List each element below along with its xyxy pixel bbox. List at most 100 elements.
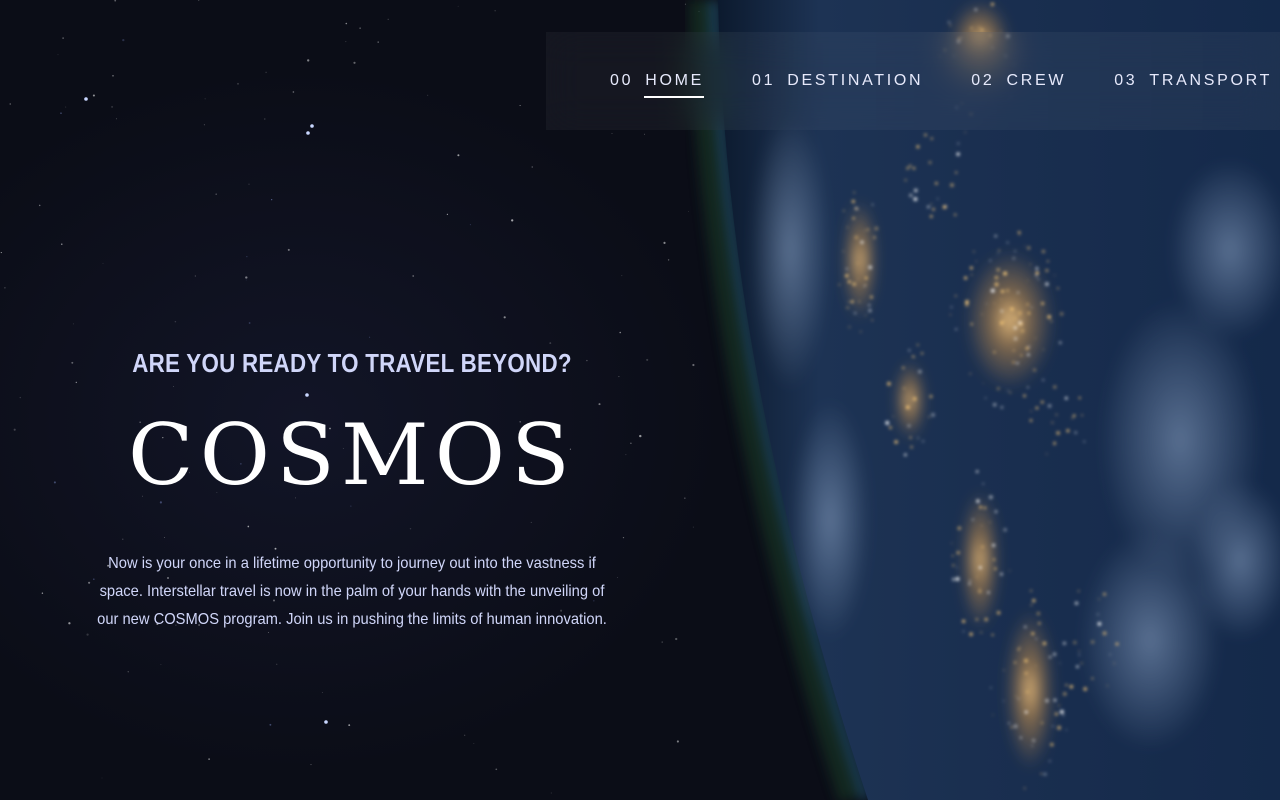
active-indicator <box>644 96 705 98</box>
nav-item-label: HOME <box>645 72 705 89</box>
star <box>112 74 114 77</box>
star <box>310 764 312 766</box>
star <box>531 166 533 168</box>
star <box>446 213 449 216</box>
star <box>265 71 267 74</box>
star <box>237 82 239 85</box>
star <box>684 497 686 499</box>
star <box>292 91 295 93</box>
star <box>208 758 210 760</box>
star <box>675 637 678 641</box>
star <box>469 224 471 226</box>
nav-item-number: 03 <box>1114 72 1138 89</box>
star <box>248 322 251 324</box>
star <box>102 262 104 264</box>
star <box>321 692 323 693</box>
bright-star <box>310 124 314 128</box>
star <box>13 428 16 431</box>
hero-title: COSMOS <box>128 406 576 504</box>
star <box>307 59 310 62</box>
nav-item-number: 01 <box>752 72 776 89</box>
star <box>698 10 700 12</box>
star <box>276 663 278 665</box>
star <box>111 105 114 108</box>
star <box>692 526 694 528</box>
star <box>245 279 247 281</box>
star <box>174 320 177 323</box>
star <box>57 54 59 56</box>
star <box>4 286 6 289</box>
star <box>215 193 217 195</box>
star <box>160 663 162 665</box>
star <box>661 641 663 643</box>
star <box>646 358 649 361</box>
star <box>197 0 200 1</box>
main-navigation: 00 HOME 01 DESTINATION 02 CREW 03 TRANSP… <box>546 32 1280 130</box>
star <box>61 243 63 245</box>
star <box>457 154 460 157</box>
star <box>9 103 11 105</box>
star <box>271 199 273 201</box>
star <box>369 336 371 338</box>
nav-item-crew[interactable]: 02 CREW <box>971 32 1066 130</box>
star <box>203 124 205 126</box>
star <box>248 183 250 185</box>
star <box>644 133 645 135</box>
star <box>204 98 206 100</box>
star <box>495 768 498 771</box>
star <box>0 252 2 254</box>
star <box>60 112 62 114</box>
star <box>19 396 21 399</box>
star <box>503 316 506 319</box>
star <box>412 275 415 277</box>
star <box>688 211 689 213</box>
star <box>611 133 613 134</box>
star <box>619 331 621 334</box>
star <box>511 219 514 222</box>
star <box>127 671 129 673</box>
nav-item-label: CREW <box>1006 72 1067 89</box>
star <box>377 41 379 43</box>
nav-item-number: 00 <box>610 72 634 89</box>
star <box>550 792 552 794</box>
star <box>692 363 695 367</box>
star <box>457 5 459 7</box>
hero-description: Now is your once in a lifetime opportuni… <box>97 555 607 628</box>
nav-item-label: DESTINATION <box>787 72 924 89</box>
star <box>246 256 248 258</box>
star <box>427 94 429 96</box>
star <box>387 18 389 20</box>
star <box>62 37 64 39</box>
star <box>92 94 95 97</box>
hero-section: ARE YOU READY TO TRAVEL BEYOND? COSMOS N… <box>60 340 644 634</box>
star <box>264 118 266 120</box>
star <box>345 41 347 43</box>
star <box>38 204 41 207</box>
nav-item-transport[interactable]: 03 TRANSPORT <box>1114 32 1272 130</box>
star <box>348 724 351 727</box>
star <box>684 3 686 5</box>
star <box>114 0 117 2</box>
bright-star <box>84 97 88 101</box>
nav-item-home[interactable]: 00 HOME <box>610 32 705 130</box>
star <box>65 106 67 108</box>
star <box>287 248 290 251</box>
hero-subtitle: ARE YOU READY TO TRAVEL BEYOND? <box>132 348 572 378</box>
nav-item-destination[interactable]: 01 DESTINATION <box>752 32 923 130</box>
star <box>353 61 356 64</box>
star <box>194 275 196 277</box>
star <box>269 723 272 726</box>
nav-list: 00 HOME 01 DESTINATION 02 CREW 03 TRANSP… <box>610 32 1272 130</box>
star <box>345 22 348 25</box>
star <box>473 743 475 744</box>
star <box>101 777 103 779</box>
star <box>115 118 117 120</box>
star <box>663 241 666 244</box>
star <box>245 276 248 279</box>
star <box>464 734 466 736</box>
bright-star <box>306 131 310 135</box>
nav-item-number: 02 <box>971 72 995 89</box>
star <box>41 592 44 594</box>
star <box>676 740 679 743</box>
star <box>621 275 623 277</box>
